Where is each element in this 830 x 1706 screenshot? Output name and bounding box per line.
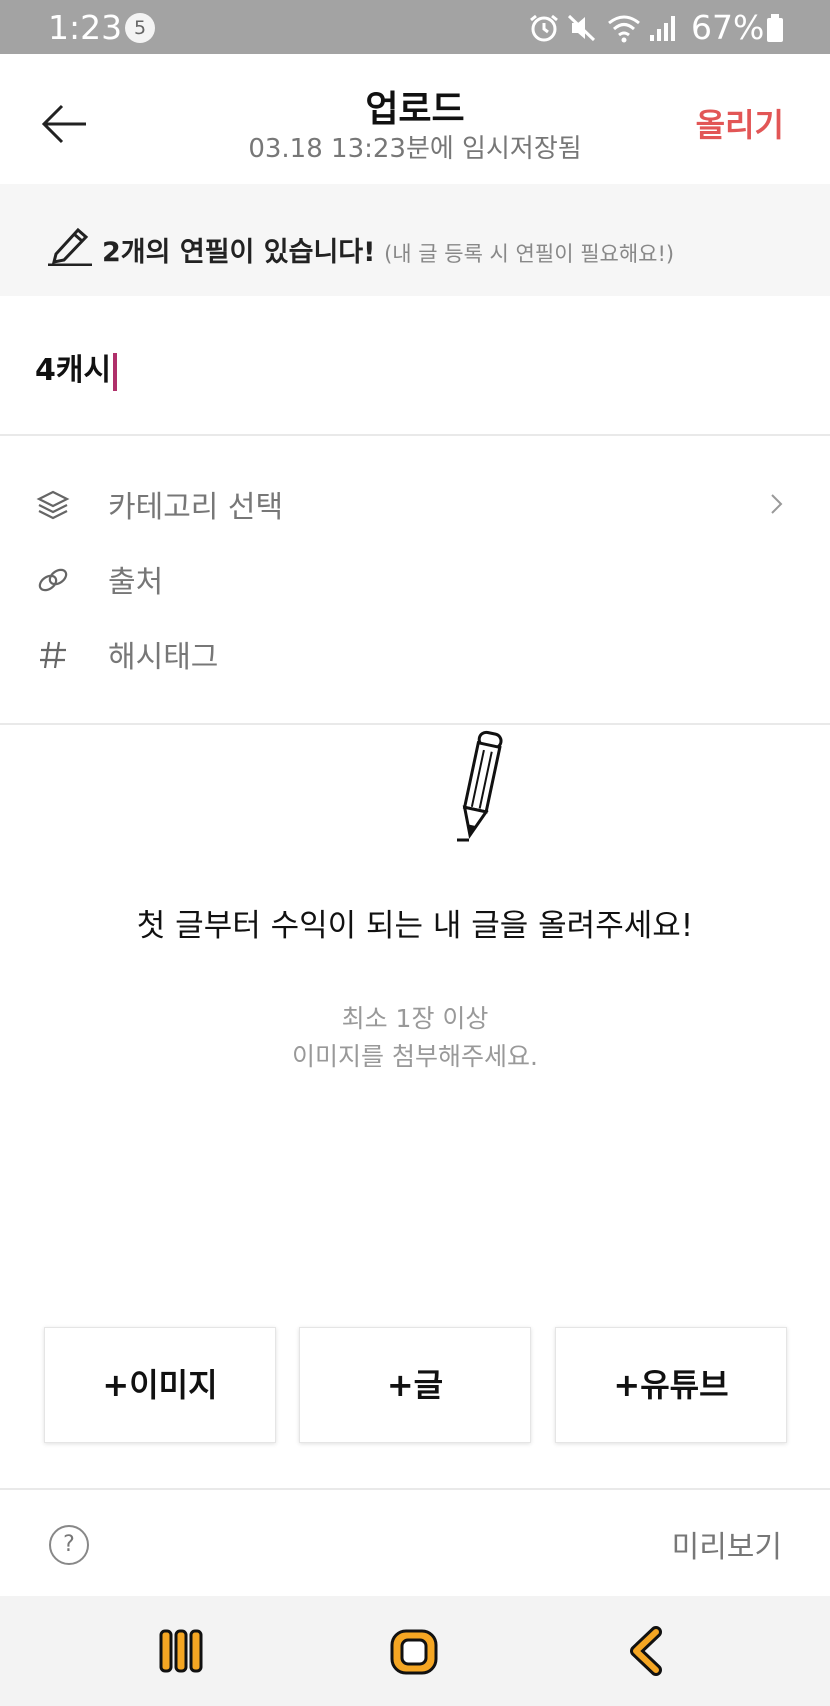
chevron-right-icon	[771, 494, 783, 514]
divider	[0, 434, 830, 436]
mute-icon	[567, 14, 596, 42]
wifi-icon	[608, 15, 640, 43]
system-nav-bar	[0, 1596, 830, 1706]
notice-text: 2개의 연필이 있습니다! (내 글 등록 시 연필이 필요해요!)	[102, 230, 674, 269]
upload-button[interactable]: 올리기	[696, 100, 784, 146]
notice-hint: (내 글 등록 시 연필이 필요해요!)	[384, 242, 675, 266]
empty-state-hint-line1: 최소 1장 이상	[341, 1004, 489, 1033]
alarm-icon	[530, 14, 558, 42]
battery-icon	[767, 14, 783, 42]
battery-percent: 67%	[691, 8, 765, 47]
status-bar: 1:23 5 67%	[0, 0, 830, 54]
empty-state-hint-line2: 이미지를 첨부해주세요.	[292, 1042, 538, 1071]
option-hashtag[interactable]: 해시태그	[0, 616, 830, 690]
option-source-label: 출처	[108, 565, 164, 600]
option-category-label: 카테고리 선택	[108, 490, 284, 525]
notice-bold: 2개의 연필이 있습니다!	[102, 237, 376, 268]
option-source[interactable]: 출처	[0, 541, 830, 615]
pencil-icon	[48, 227, 92, 266]
status-time: 1:23	[48, 8, 123, 47]
link-icon	[38, 568, 68, 592]
signal-icon	[650, 16, 675, 41]
add-youtube-button[interactable]: +유튜브	[555, 1327, 787, 1443]
post-title-input[interactable]: 4캐시	[35, 345, 118, 391]
recent-apps-icon[interactable]	[158, 1628, 204, 1674]
post-title-value: 4캐시	[35, 353, 112, 388]
pencil-notice: 2개의 연필이 있습니다! (내 글 등록 시 연필이 필요해요!)	[0, 184, 830, 296]
help-icon[interactable]: ?	[49, 1525, 89, 1565]
home-icon[interactable]	[389, 1628, 439, 1676]
option-category[interactable]: 카테고리 선택	[0, 466, 830, 540]
text-caret	[113, 352, 118, 391]
add-image-button[interactable]: +이미지	[44, 1327, 276, 1443]
app-header: 업로드 03.18 13:23분에 임시저장됨 올리기	[0, 54, 830, 184]
divider	[0, 1488, 830, 1490]
pencil-illustration-icon	[457, 730, 503, 842]
add-text-button[interactable]: +글	[299, 1327, 531, 1443]
empty-state-message: 첫 글부터 수익이 되는 내 글을 올려주세요!	[136, 908, 694, 944]
layers-icon	[36, 490, 70, 520]
notification-badge: 5	[125, 13, 155, 43]
preview-button[interactable]: 미리보기	[672, 1522, 782, 1566]
divider	[0, 723, 830, 725]
empty-state-hint: 최소 1장 이상 이미지를 첨부해주세요.	[0, 1000, 830, 1076]
back-nav-icon[interactable]	[626, 1626, 666, 1676]
option-hashtag-label: 해시태그	[108, 640, 219, 675]
hash-icon	[40, 641, 66, 669]
